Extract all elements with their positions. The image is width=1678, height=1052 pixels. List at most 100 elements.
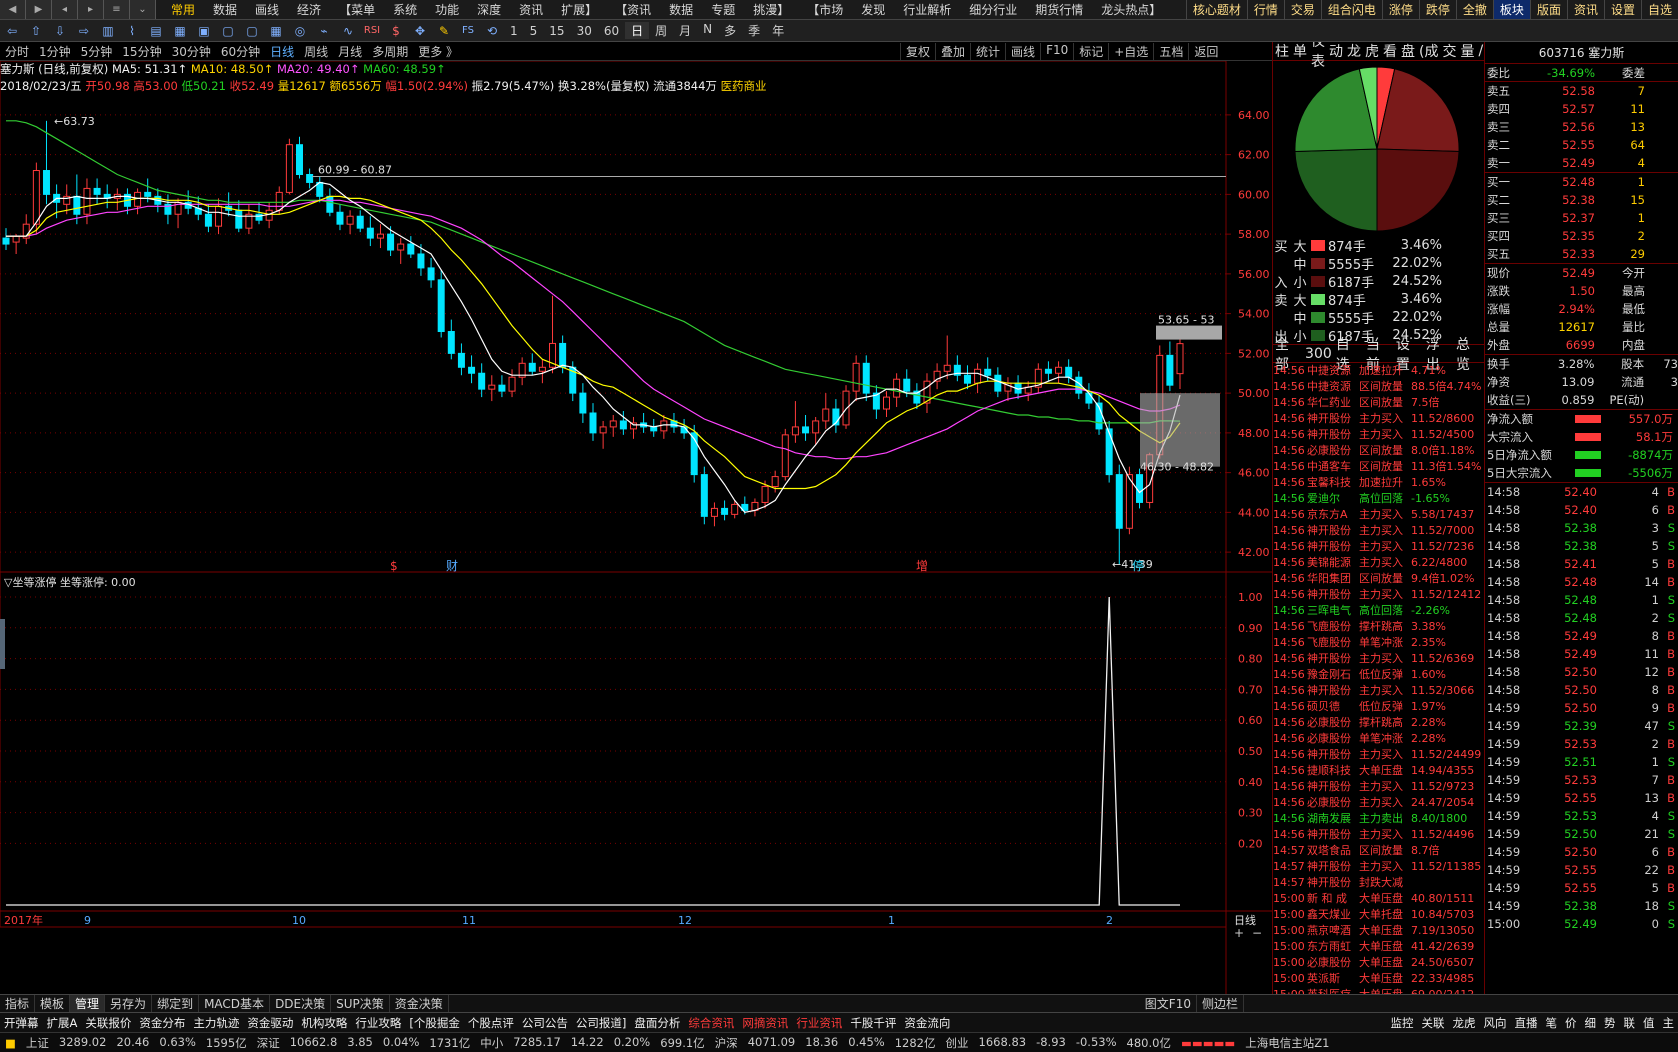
menu-right-6[interactable]: 全撤 <box>1455 0 1493 19</box>
quote-tab-5[interactable]: 值 <box>1639 1015 1659 1031</box>
index-item[interactable]: 中小 7285.17 14.22 0.20% 699.1亿 <box>475 1035 709 1051</box>
monitor-tab-4[interactable]: 直播 <box>1511 1015 1542 1031</box>
event-row[interactable]: 14:56 必康股份 单笔冲涨 2.28% <box>1273 731 1484 747</box>
info-tab-15[interactable]: 行业资讯 <box>792 1015 846 1031</box>
zoom-in-icon[interactable]: + <box>1234 926 1244 940</box>
chart-action-4[interactable]: F10 <box>1040 42 1073 60</box>
indicator-tab-2[interactable]: 管理 <box>70 995 106 1012</box>
bid-level[interactable]: 买三 52.37 1 <box>1485 209 1678 227</box>
back-icon[interactable]: ◀ <box>0 0 26 19</box>
info-tab-5[interactable]: 资金驱动 <box>243 1015 297 1031</box>
menu-right-2[interactable]: 交易 <box>1283 0 1321 19</box>
event-row[interactable]: 14:56 美锦能源 主力买入 6.22/4800 <box>1273 555 1484 571</box>
money-flow-tab-0[interactable]: 柱 <box>1273 42 1291 61</box>
bid-level[interactable]: 买二 52.38 15 <box>1485 191 1678 209</box>
info-tab-7[interactable]: 行业攻略 <box>351 1015 405 1031</box>
cycle-6[interactable]: 年 <box>766 22 790 39</box>
menu-item-19[interactable]: 龙头热点】 <box>1092 0 1170 19</box>
event-row[interactable]: 14:56 神开股份 主力买入 11.52/6369 <box>1273 651 1484 667</box>
refresh-icon[interactable]: ⟲ <box>481 21 503 41</box>
sector[interactable]: 医药商业 <box>721 79 767 93</box>
cycle-1[interactable]: 周 <box>649 22 673 39</box>
menu-item-2[interactable]: 画线 <box>246 0 288 19</box>
chart-action-3[interactable]: 画线 <box>1005 42 1040 60</box>
arrow-left-icon[interactable]: ⇦ <box>1 21 23 41</box>
indicator-tab-0[interactable]: 指标 <box>0 995 36 1012</box>
index-item[interactable]: 沪深 4071.09 18.36 0.45% 1282亿 <box>710 1035 941 1051</box>
pencil-icon[interactable]: ✎ <box>433 21 455 41</box>
event-marker[interactable]: $ <box>390 559 398 573</box>
event-row[interactable]: 14:56 必康股份 区间放量 8.0倍1.18% <box>1273 443 1484 459</box>
f10-icon[interactable]: ▢ <box>217 21 239 41</box>
money-flow-tab-10[interactable]: 量 <box>1458 42 1476 61</box>
menu-item-11[interactable]: 数据 <box>660 0 702 19</box>
forward-icon[interactable]: ▶ <box>26 0 52 19</box>
event-row[interactable]: 14:56 豫金刚石 低位反弹 1.60% <box>1273 667 1484 683</box>
indicator-tab-7[interactable]: SUP决策 <box>331 995 390 1012</box>
indicator-title[interactable]: ▽坐等涨停 坐等涨停: 0.00 <box>4 575 136 589</box>
table-icon[interactable]: ▦ <box>265 21 287 41</box>
minute-period-1[interactable]: 1 <box>504 24 524 38</box>
menu-item-12[interactable]: 专题 <box>702 0 744 19</box>
minute-period-60[interactable]: 60 <box>598 24 625 38</box>
event-row[interactable]: 14:56 必康股份 主力买入 24.47/2054 <box>1273 795 1484 811</box>
money-flow-tab-8[interactable]: (成 <box>1417 42 1440 61</box>
line-chart-icon[interactable]: ⌇ <box>121 21 143 41</box>
event-row[interactable]: 14:56 神开股份 主力买入 11.52/8600 <box>1273 411 1484 427</box>
menu-item-16[interactable]: 行业解析 <box>894 0 960 19</box>
period-tab-0[interactable]: 分时 <box>0 43 34 60</box>
event-row[interactable]: 14:56 必康股份 撑杆跳高 2.28% <box>1273 715 1484 731</box>
money-flow-tab-3[interactable]: 动 <box>1327 42 1345 61</box>
event-row[interactable]: 14:56 爱迪尔 高位回落 -1.65% <box>1273 491 1484 507</box>
event-row[interactable]: 14:56 华阳集团 区间放量 9.4倍1.02% <box>1273 571 1484 587</box>
zoom-icon[interactable]: ◎ <box>289 21 311 41</box>
chart-action-1[interactable]: 叠加 <box>935 42 970 60</box>
event-marker[interactable]: 财 <box>446 559 458 573</box>
menu-item-7[interactable]: 深度 <box>468 0 510 19</box>
event-row[interactable]: 14:56 宝馨科技 加速拉升 1.65% <box>1273 475 1484 491</box>
menu-item-17[interactable]: 细分行业 <box>960 0 1026 19</box>
money-flow-tab-5[interactable]: 虎 <box>1363 42 1381 61</box>
info-tab-10[interactable]: 公司公告 <box>518 1015 572 1031</box>
candlestick-icon[interactable]: ▥ <box>97 21 119 41</box>
ask-level[interactable]: 卖三 52.56 13 <box>1485 118 1678 136</box>
menu-right-4[interactable]: 涨停 <box>1381 0 1419 19</box>
layout-icon[interactable]: ▣ <box>193 21 215 41</box>
event-row[interactable]: 15:00 燕京啤酒 大单压盘 7.19/13050 <box>1273 923 1484 939</box>
info-tab-16[interactable]: 千股千评 <box>846 1015 900 1031</box>
money-flow-tab-1[interactable]: 单 <box>1291 42 1309 61</box>
event-row[interactable]: 14:56 硕贝德 低位反弹 1.97% <box>1273 699 1484 715</box>
event-row[interactable]: 14:57 神开股份 主力买入 11.52/11385 <box>1273 859 1484 875</box>
arrow-up-icon[interactable]: ⇧ <box>25 21 47 41</box>
period-tab-9[interactable]: 多周期 <box>367 43 413 60</box>
ask-level[interactable]: 卖四 52.57 11 <box>1485 100 1678 118</box>
sidebar-tab-0[interactable]: 图文F10 <box>1140 995 1197 1012</box>
rsi-icon[interactable]: RSI <box>361 21 383 41</box>
menu-item-4[interactable]: 【菜单 <box>330 0 384 19</box>
event-row[interactable]: 15:00 鑫天煤业 大单托盘 10.84/5703 <box>1273 907 1484 923</box>
bid-level[interactable]: 买五 52.33 29 <box>1485 245 1678 263</box>
money-flow-tab-9[interactable]: 交 <box>1440 42 1458 61</box>
index-item[interactable]: 创业 1668.83 -8.93 -0.53% 480.0亿 <box>941 1035 1176 1051</box>
period-tab-2[interactable]: 5分钟 <box>76 43 118 60</box>
menu-right-10[interactable]: 设置 <box>1603 0 1641 19</box>
period-tab-5[interactable]: 60分钟 <box>216 43 265 60</box>
info-tab-1[interactable]: 扩展A <box>43 1015 82 1031</box>
prev-icon[interactable]: ◂ <box>52 0 78 19</box>
bar-chart-icon[interactable]: ▤ <box>145 21 167 41</box>
minute-period-15[interactable]: 15 <box>543 24 570 38</box>
period-tab-1[interactable]: 1分钟 <box>34 43 76 60</box>
move-icon[interactable]: ✥ <box>409 21 431 41</box>
arrow-down-icon[interactable]: ⇩ <box>49 21 71 41</box>
indicator-tab-4[interactable]: 绑定到 <box>152 995 200 1012</box>
chart-action-5[interactable]: 标记 <box>1073 42 1108 60</box>
index-item[interactable]: 深证 10662.8 3.85 0.04% 1731亿 <box>252 1035 476 1051</box>
quote-tab-2[interactable]: 细 <box>1581 1015 1601 1031</box>
indicator-tab-3[interactable]: 另存为 <box>105 995 153 1012</box>
period-tab-3[interactable]: 15分钟 <box>117 43 166 60</box>
menu-item-0[interactable]: 常用 <box>162 0 204 19</box>
quote-tab-3[interactable]: 势 <box>1600 1015 1620 1031</box>
scroll-handle[interactable] <box>0 619 5 669</box>
quote-tab-0[interactable]: 笔 <box>1542 1015 1562 1031</box>
period-tab-4[interactable]: 30分钟 <box>167 43 216 60</box>
